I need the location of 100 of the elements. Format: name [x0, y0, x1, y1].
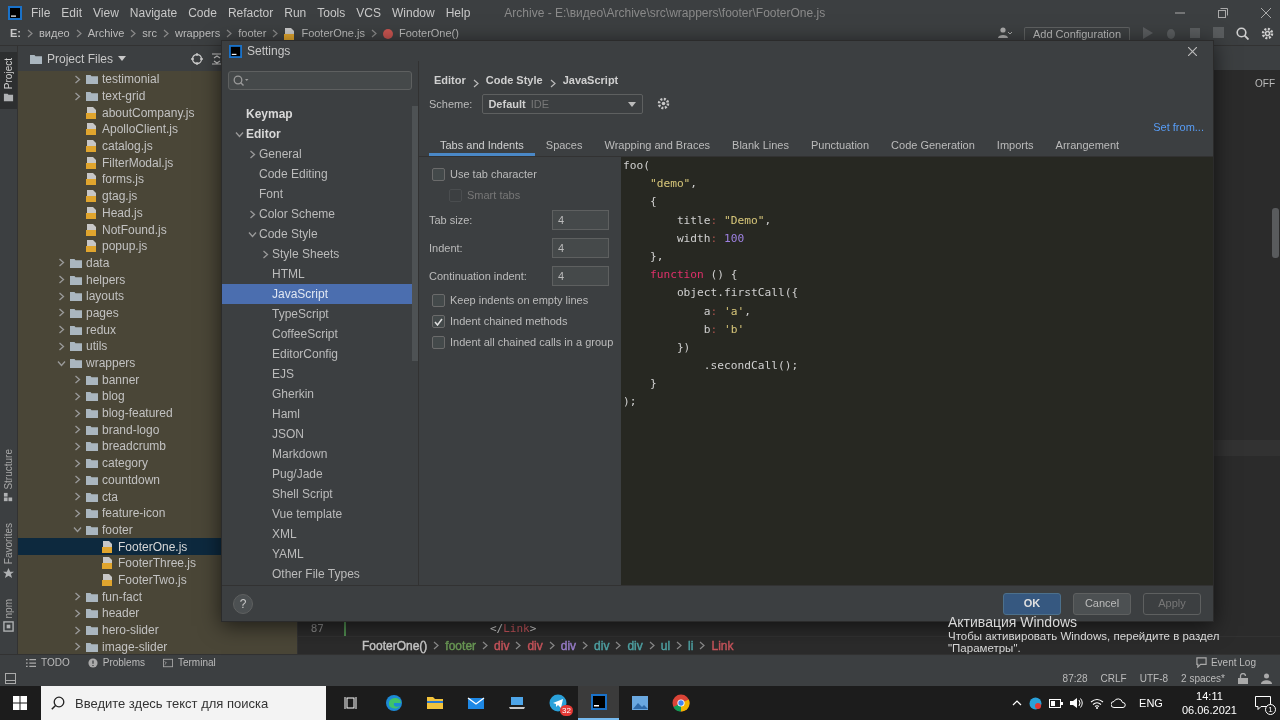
tab[interactable]: Code Generation [880, 137, 986, 156]
checkbox[interactable] [432, 168, 445, 181]
lock-icon[interactable] [1238, 672, 1248, 684]
tag-path-item[interactable]: div [594, 636, 610, 655]
tool-window-button[interactable]: Problems [87, 655, 145, 670]
input-field[interactable]: 4 [552, 266, 609, 286]
tree-item[interactable]: hero-slider [18, 621, 297, 639]
settings-icon[interactable] [1261, 27, 1274, 40]
start-icon[interactable] [13, 696, 27, 710]
tab[interactable]: Blank Lines [721, 137, 800, 156]
panel-toggle-icon[interactable] [5, 672, 16, 684]
input-field[interactable]: 4 [552, 210, 609, 230]
restore-icon[interactable] [1218, 8, 1228, 18]
taskbar-button[interactable] [578, 686, 619, 720]
tool-window-button[interactable]: npm [0, 592, 17, 638]
clock-date[interactable]: 06.06.2021 [1181, 703, 1237, 717]
settings-tree-item[interactable]: TypeScript [222, 304, 412, 324]
menu-item[interactable]: Code [188, 4, 217, 22]
coverage-icon[interactable] [1189, 27, 1201, 39]
user-icon[interactable] [997, 27, 1012, 39]
help-button[interactable]: ? [233, 593, 253, 614]
settings-tree-item[interactable]: JavaScript [222, 284, 412, 304]
chevron-up-icon[interactable] [1012, 700, 1023, 706]
settings-tree-item[interactable]: Font [222, 184, 412, 204]
settings-tree-item[interactable]: Haml [222, 404, 412, 424]
tag-path-item[interactable]: div [494, 636, 510, 655]
tag-path-item[interactable]: li [688, 636, 694, 655]
close-icon[interactable] [1261, 8, 1271, 18]
tool-window-button[interactable]: Structure [0, 442, 17, 510]
menu-item[interactable]: Tools [317, 4, 346, 22]
tool-window-button[interactable]: Terminal [162, 655, 216, 670]
settings-tree-item[interactable]: Vue template [222, 504, 412, 524]
nav-path-item[interactable]: E: [10, 27, 21, 40]
settings-path-item[interactable]: Code Style [485, 71, 543, 88]
tool-window-button[interactable]: Favorites [0, 517, 17, 585]
tag-path-item[interactable]: ul [660, 636, 671, 655]
tag-path-item[interactable]: div [560, 636, 577, 655]
tab[interactable]: Spaces [534, 137, 594, 156]
dialog-button[interactable]: Cancel [1073, 592, 1131, 615]
target-icon[interactable] [191, 52, 204, 65]
settings-path-item[interactable]: JavaScript [562, 71, 619, 88]
nav-path-item[interactable]: wrappers [175, 27, 221, 40]
notifications-button[interactable]: 1 [1254, 694, 1272, 712]
checkbox[interactable] [432, 294, 445, 307]
language-indicator[interactable]: ENG [1139, 694, 1163, 712]
nav-path-item[interactable]: FooterOne() [399, 27, 459, 40]
taskbar-button[interactable]: 32 [537, 686, 578, 720]
tree-item[interactable]: text-grid [18, 87, 297, 105]
status-item[interactable]: UTF-8 [1139, 670, 1169, 686]
menu-item[interactable]: Navigate [129, 4, 178, 22]
settings-tree-item[interactable]: Style Sheets [222, 244, 412, 264]
close-icon[interactable] [1188, 46, 1197, 56]
clock-time[interactable]: 14:11 [1196, 689, 1223, 703]
menu-item[interactable]: Window [391, 4, 435, 22]
settings-tree-item[interactable]: General [222, 144, 412, 164]
settings-tree-item[interactable]: Keymap [222, 104, 412, 124]
tag-path-item[interactable]: footer [445, 636, 477, 655]
menu-item[interactable]: Refactor [227, 4, 274, 22]
status-item[interactable]: 2 spaces* [1181, 670, 1225, 686]
settings-tree-item[interactable]: Code Editing [222, 164, 412, 184]
settings-tree-item[interactable]: Markdown [222, 444, 412, 464]
search-icon[interactable] [1236, 27, 1249, 40]
tag-path-item[interactable]: div [527, 636, 543, 655]
status-item[interactable]: 87:28 [1062, 670, 1088, 686]
link[interactable]: Set from... [1153, 119, 1204, 137]
menu-item[interactable]: VCS [356, 4, 381, 22]
menu-item[interactable]: Help [445, 4, 471, 22]
search-field[interactable] [228, 71, 412, 90]
menu-item[interactable]: View [93, 4, 119, 22]
tool-window-button[interactable]: Project [0, 52, 17, 110]
nav-path-item[interactable]: видео [39, 27, 70, 40]
run-configuration-button[interactable]: Add Configuration [1023, 27, 1130, 40]
event-log-button[interactable]: Event Log [1195, 655, 1256, 670]
settings-tree-item[interactable]: Code Style [222, 224, 412, 244]
dialog-button[interactable]: OK [1003, 592, 1061, 615]
settings-tree-item[interactable]: EJS [222, 364, 412, 384]
settings-icon[interactable] [657, 97, 672, 111]
tab[interactable]: Tabs and Indents [429, 137, 535, 156]
tree-item[interactable]: testimonial [18, 71, 297, 88]
nav-path-item[interactable]: src [142, 27, 157, 40]
speaker-icon[interactable] [1070, 697, 1084, 709]
menu-item[interactable]: Edit [61, 4, 83, 22]
checkbox[interactable] [432, 336, 445, 349]
settings-tree-item[interactable]: Shell Script [222, 484, 412, 504]
tab[interactable]: Punctuation [799, 137, 881, 156]
scrollbar-thumb[interactable] [412, 106, 418, 361]
scrollbar-thumb[interactable] [1272, 208, 1279, 258]
tab[interactable]: Wrapping and Braces [593, 137, 722, 156]
settings-tree-item[interactable]: JSON [222, 424, 412, 444]
scheme-dropdown[interactable]: Default IDE [482, 94, 644, 114]
menu-item[interactable]: File [31, 4, 51, 22]
settings-tree-item[interactable]: Gherkin [222, 384, 412, 404]
input-field[interactable]: 4 [552, 238, 609, 258]
wifi-icon[interactable] [1090, 697, 1105, 709]
tag-path-item[interactable]: div [627, 636, 643, 655]
settings-tree-item[interactable]: CoffeeScript [222, 324, 412, 344]
tag-path-item[interactable]: Link [711, 636, 734, 655]
cloud-icon[interactable] [1111, 698, 1127, 708]
panel-title[interactable]: Project Files [47, 49, 114, 68]
collapse-all-icon[interactable] [211, 52, 224, 65]
